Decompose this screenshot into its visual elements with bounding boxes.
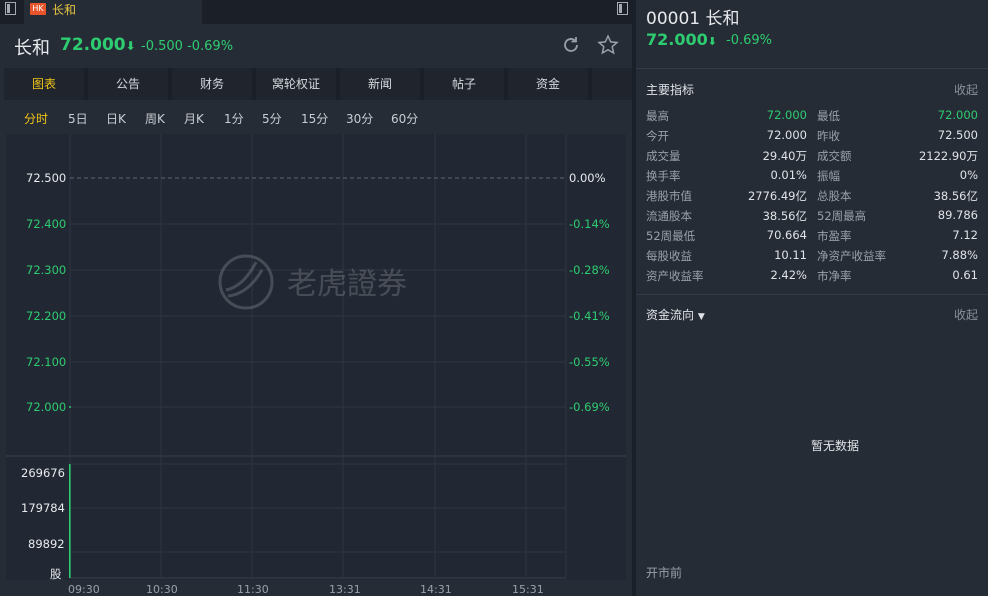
indicator-label: 换手率 — [646, 169, 681, 183]
indicator-label: 昨收 — [817, 129, 840, 143]
time-tick: 11:30 — [237, 583, 269, 596]
indicator-value: 70.664 — [766, 228, 807, 242]
indicator-value: 72.500 — [937, 128, 978, 142]
indicator-value: 38.56亿 — [933, 189, 978, 203]
divider — [636, 68, 988, 69]
price-tick: 72.000 — [26, 400, 67, 414]
time-tick: 15:31 — [512, 583, 544, 596]
pct-tick: 0.00% — [569, 171, 606, 185]
chart-grid — [6, 134, 626, 579]
time-tick: 14:31 — [420, 583, 452, 596]
indicators-collapse[interactable]: 收起 — [954, 81, 978, 98]
indicator-value: 72.000 — [766, 108, 807, 122]
indicator-label: 今开 — [646, 129, 669, 143]
price-tick: 72.200 — [26, 309, 67, 323]
indicator-label: 振幅 — [817, 169, 840, 183]
volume-tick: 269676 — [21, 466, 65, 480]
market-status: 开市前 — [646, 566, 683, 580]
fund-flow-collapse[interactable]: 收起 — [954, 306, 978, 323]
indicator-label: 最低 — [817, 109, 840, 123]
indicator-label: 资产收益率 — [646, 269, 704, 283]
indicator-label: 成交量 — [646, 149, 681, 163]
caret-down-icon: ▼ — [697, 312, 705, 322]
divider — [636, 294, 988, 295]
indicator-value: 89.786 — [937, 208, 978, 222]
price-tick: 72.400 — [26, 217, 67, 231]
indicator-label: 港股市值 — [646, 189, 692, 203]
watermark: 老虎證券 — [218, 254, 407, 310]
indicator-value: 0.61 — [952, 268, 978, 282]
indicator-label: 市净率 — [817, 269, 852, 283]
pct-tick: -0.28% — [569, 263, 610, 277]
pct-tick: -0.41% — [569, 309, 610, 323]
indicator-label: 每股收益 — [646, 249, 692, 263]
indicator-label: 52周最高 — [817, 209, 867, 223]
indicator-value: 7.12 — [952, 228, 978, 242]
detail-change-pct: -0.69% — [726, 33, 772, 48]
indicator-label: 净资产收益率 — [817, 249, 886, 263]
indicator-value: 0.01% — [770, 168, 807, 182]
detail-price: 72.000⬇ — [646, 30, 717, 49]
indicator-label: 52周最低 — [646, 229, 696, 243]
pct-tick: -0.14% — [569, 217, 610, 231]
indicator-value: 7.88% — [941, 248, 978, 262]
indicator-label: 成交额 — [817, 149, 852, 163]
pct-tick: -0.55% — [569, 355, 610, 369]
indicator-label: 流通股本 — [646, 209, 692, 223]
watermark-text: 老虎證券 — [287, 267, 407, 302]
volume-unit: 股 — [50, 567, 62, 581]
indicator-value: 38.56亿 — [762, 209, 807, 223]
intraday-chart: 老虎證券 — [6, 134, 626, 579]
indicator-label: 市盈率 — [817, 229, 852, 243]
indicator-value: 2.42% — [770, 268, 807, 282]
price-tick: 72.500 — [26, 171, 67, 185]
indicator-label: 总股本 — [817, 189, 852, 203]
indicator-label: 最高 — [646, 109, 669, 123]
price-tick: 72.100 — [26, 355, 67, 369]
down-arrow-icon: ⬇ — [707, 35, 717, 48]
indicator-value: 0% — [959, 168, 978, 182]
price-point — [69, 406, 71, 408]
indicator-value: 2122.90万 — [918, 149, 978, 163]
volume-tick: 179784 — [21, 501, 65, 515]
pct-tick: -0.69% — [569, 400, 610, 414]
indicator-value: 72.000 — [937, 108, 978, 122]
indicators-title: 主要指标 — [646, 83, 695, 97]
time-tick: 09:30 — [68, 583, 100, 596]
indicator-value: 10.11 — [774, 248, 807, 262]
indicator-value: 29.40万 — [762, 149, 807, 163]
detail-title: 00001 长和 — [646, 9, 740, 29]
indicator-value: 72.000 — [766, 128, 807, 142]
time-tick: 10:30 — [146, 583, 178, 596]
time-tick: 13:31 — [329, 583, 361, 596]
fund-flow-dropdown[interactable]: 资金流向 ▼ — [646, 306, 705, 323]
price-tick: 72.300 — [26, 263, 67, 277]
volume-bar — [69, 464, 71, 578]
no-data-text: 暂无数据 — [811, 439, 860, 453]
indicator-value: 2776.49亿 — [747, 189, 807, 203]
volume-tick: 89892 — [28, 537, 65, 551]
